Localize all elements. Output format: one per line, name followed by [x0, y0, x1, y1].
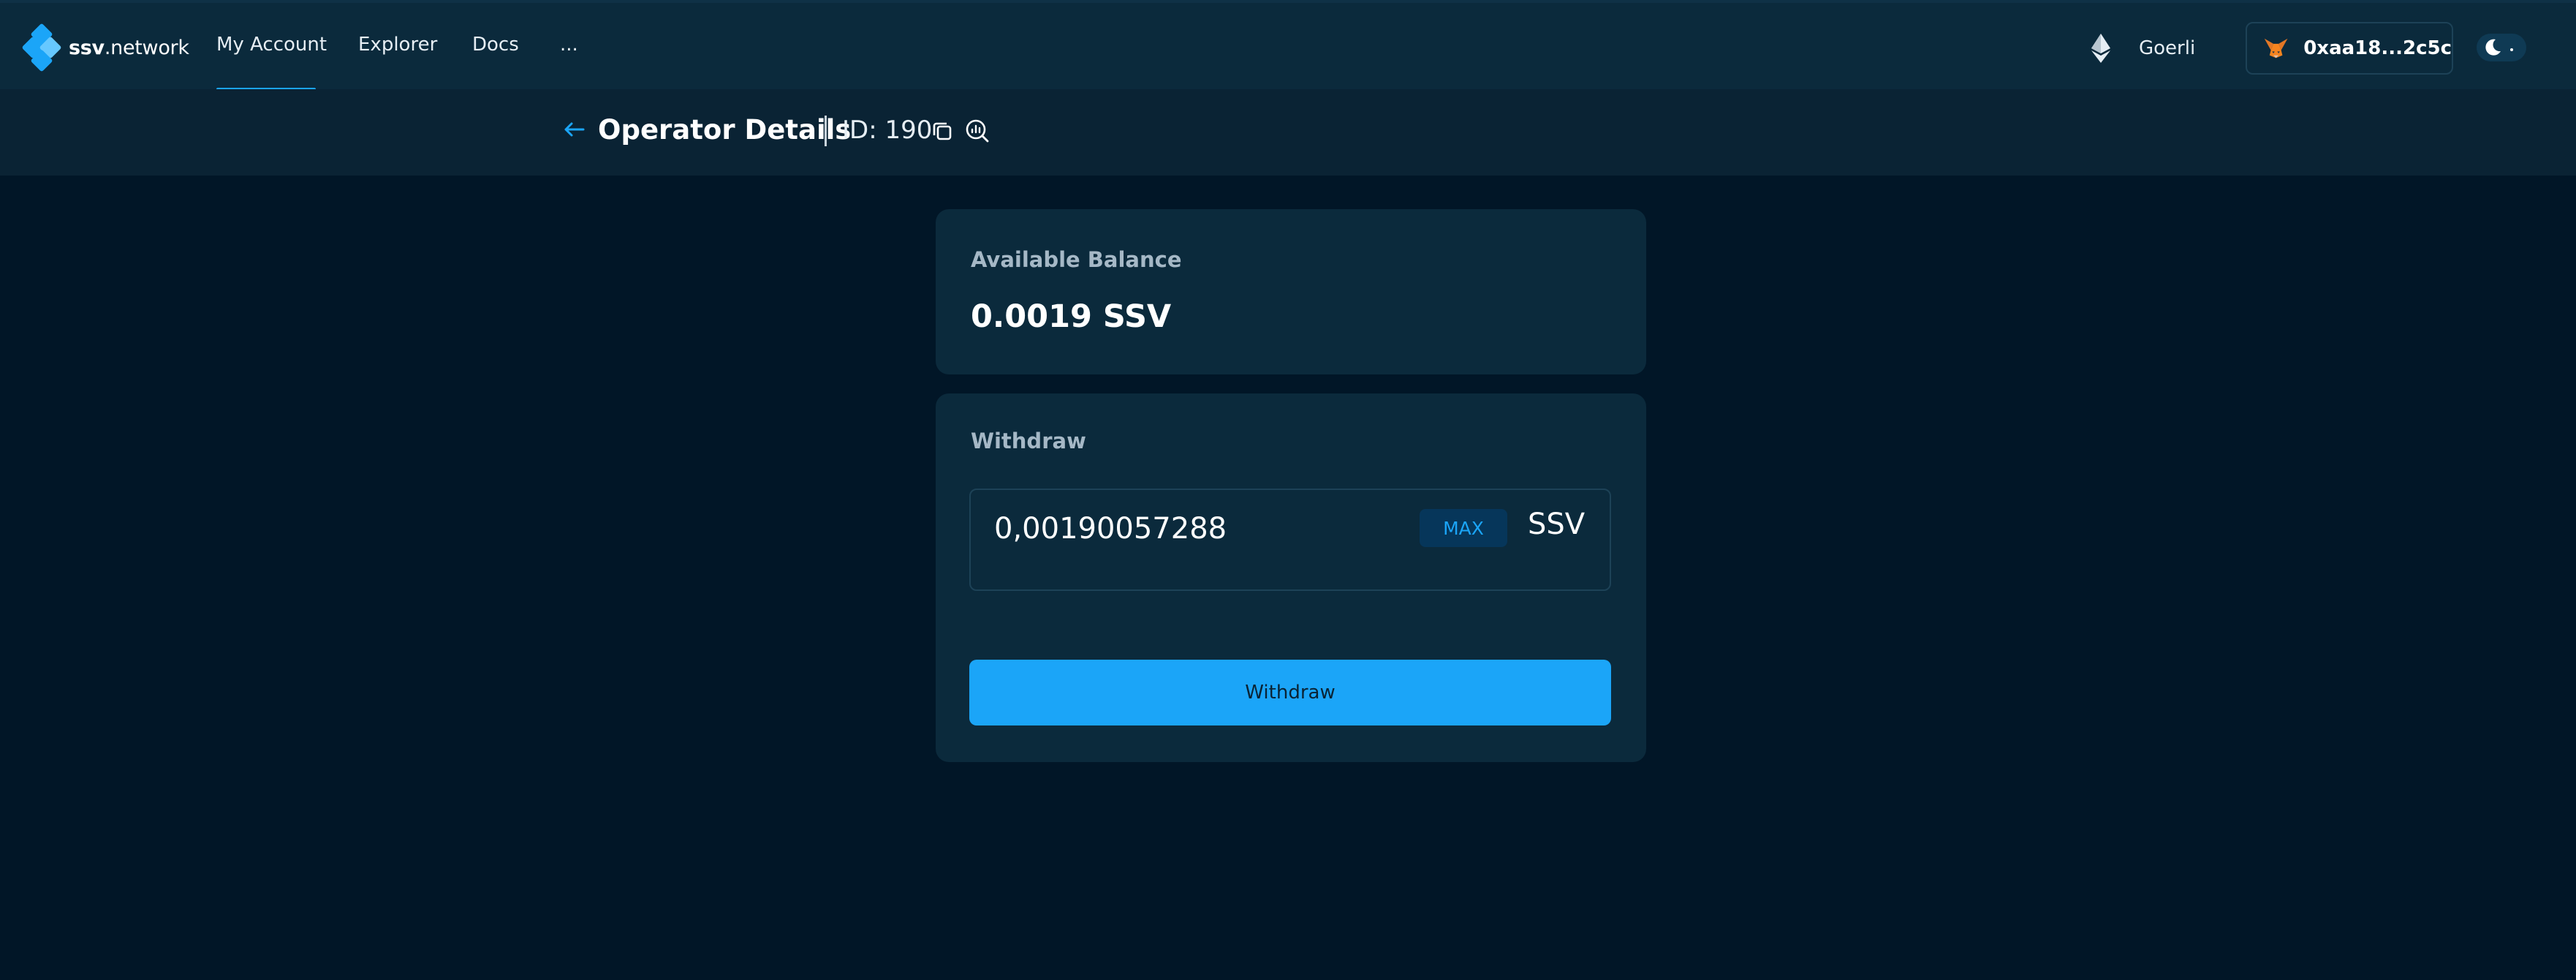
wallet-button[interactable]: 0xaa18...2c5c — [2246, 22, 2453, 75]
withdraw-label: Withdraw — [971, 429, 1086, 453]
wallet-address: 0xaa18...2c5c — [2303, 37, 2452, 59]
withdraw-amount-field: MAX SSV — [969, 489, 1611, 591]
balance-value: 0.0019 SSV — [971, 298, 1172, 335]
operator-id: ID: 190 — [842, 116, 933, 145]
star-icon — [2510, 48, 2513, 51]
logo-text: ssv.network — [69, 36, 189, 59]
network-label: Goerli — [2139, 37, 2196, 59]
title-divider — [825, 116, 827, 146]
ssv-logo-icon — [21, 23, 62, 72]
copy-icon[interactable] — [931, 120, 953, 142]
withdraw-card: Withdraw MAX SSV Withdraw — [936, 393, 1646, 762]
balance-label: Available Balance — [971, 247, 1182, 272]
top-navigation-bar: ssv.network My Account Explorer Docs ...… — [0, 0, 2576, 91]
network-selector[interactable]: Goerli — [2091, 32, 2195, 64]
withdraw-amount-input[interactable] — [994, 509, 1374, 549]
metamask-fox-icon — [2264, 38, 2288, 59]
max-button[interactable]: MAX — [1420, 509, 1507, 547]
page-subheader — [0, 89, 2576, 176]
moon-icon — [2485, 39, 2501, 56]
explorer-icon[interactable] — [965, 118, 990, 143]
ssv-network-logo[interactable]: ssv.network — [21, 23, 189, 72]
withdraw-button[interactable]: Withdraw — [969, 660, 1611, 725]
nav-docs[interactable]: Docs — [472, 34, 519, 56]
theme-toggle[interactable] — [2477, 34, 2526, 61]
nav-my-account[interactable]: My Account — [216, 34, 327, 56]
token-label: SSV — [1528, 508, 1586, 541]
page-title: Operator Details — [598, 114, 852, 146]
balance-card: Available Balance 0.0019 SSV — [936, 209, 1646, 374]
ethereum-icon — [2091, 34, 2110, 63]
nav-explorer[interactable]: Explorer — [358, 34, 437, 56]
nav-more-menu[interactable]: ... — [560, 34, 578, 56]
arrow-left-icon[interactable] — [563, 120, 585, 139]
